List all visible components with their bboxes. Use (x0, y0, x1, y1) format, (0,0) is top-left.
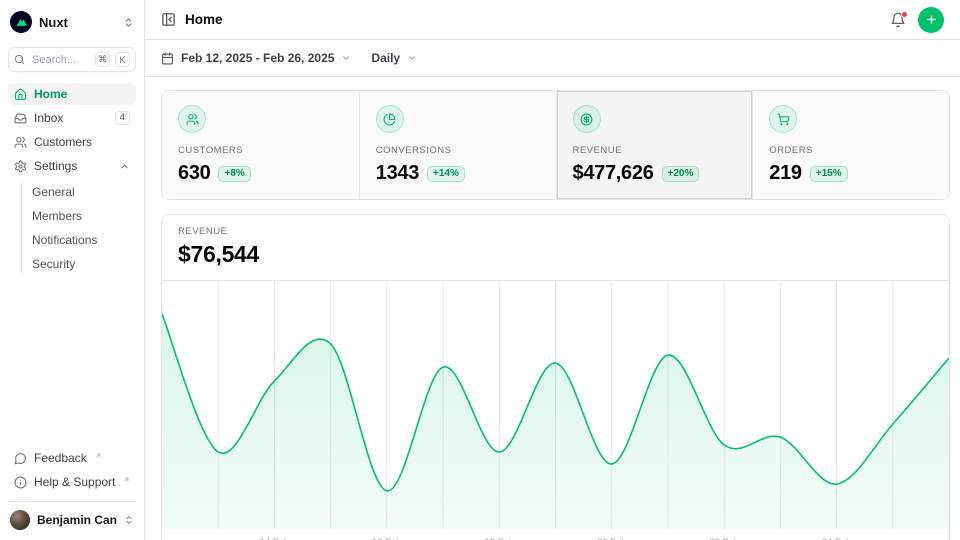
chevrons-up-down-icon (124, 515, 134, 525)
stats-row: CUSTOMERS 630 +8% CONVERSIONS 1343 +14% (161, 90, 950, 200)
sidebar-collapse-button[interactable] (161, 12, 176, 27)
sidebar-item-label: Inbox (34, 111, 63, 125)
delta-badge: +8% (218, 166, 250, 182)
chart-metric-label: REVENUE (178, 226, 933, 237)
sidebar-item-members[interactable]: Members (22, 205, 136, 227)
workspace-name: Nuxt (39, 15, 116, 30)
sidebar: Nuxt ⌘ K Home Inbox 4 (0, 0, 145, 540)
search-input[interactable] (30, 53, 90, 67)
gear-icon (14, 160, 27, 173)
sidebar-item-label: Settings (34, 159, 77, 173)
delta-badge: +14% (427, 166, 465, 182)
sidebar-item-inbox[interactable]: Inbox 4 (8, 107, 136, 129)
external-link-icon (95, 452, 102, 459)
main-area: Home Feb 12, 2025 - Feb 26, 2025 (145, 0, 960, 540)
date-range-picker[interactable]: Feb 12, 2025 - Feb 26, 2025 (161, 51, 351, 65)
inbox-count-badge: 4 (115, 111, 130, 125)
stat-card-orders[interactable]: ORDERS 219 +15% (752, 91, 949, 199)
sidebar-item-security[interactable]: Security (22, 253, 136, 275)
sidebar-item-customers[interactable]: Customers (8, 131, 136, 153)
sidebar-item-general[interactable]: General (22, 181, 136, 203)
topbar-actions (890, 7, 944, 33)
message-circle-icon (14, 452, 27, 465)
avatar (10, 510, 30, 530)
sidebar-item-label: Notifications (32, 233, 97, 247)
granularity-label: Daily (371, 51, 400, 65)
sidebar-item-home[interactable]: Home (8, 83, 136, 105)
chevron-down-icon (407, 53, 417, 63)
workspace-switcher[interactable]: Nuxt (8, 8, 136, 36)
chart-header: REVENUE $76,544 (162, 215, 949, 281)
granularity-select[interactable]: Daily (371, 51, 417, 65)
revenue-chart-card: REVENUE $76,544 14 Feb16 Feb18 Feb20 Feb… (161, 214, 950, 540)
stat-value: 1343 (376, 162, 419, 185)
cart-icon (769, 105, 797, 133)
sidebar-item-label: Customers (34, 135, 92, 149)
revenue-area-chart[interactable] (162, 281, 949, 529)
sidebar-item-settings[interactable]: Settings (8, 155, 136, 177)
plus-icon (925, 13, 938, 26)
delta-badge: +15% (810, 166, 848, 182)
new-item-button[interactable] (918, 7, 944, 33)
stat-card-customers[interactable]: CUSTOMERS 630 +8% (162, 91, 359, 199)
stat-value: 219 (769, 162, 801, 185)
inbox-icon (14, 112, 27, 125)
dollar-circle-icon (573, 105, 601, 133)
kbd-cmd: ⌘ (95, 52, 110, 67)
sidebar-item-feedback[interactable]: Feedback (8, 447, 136, 469)
info-icon (14, 476, 27, 489)
delta-badge: +20% (662, 166, 700, 182)
stat-card-revenue[interactable]: REVENUE $477,626 +20% (556, 91, 753, 199)
sidebar-item-label: Home (34, 87, 67, 101)
sidebar-item-help-support[interactable]: Help & Support (8, 471, 136, 493)
stat-label: REVENUE (573, 145, 737, 156)
stat-label: ORDERS (769, 145, 933, 156)
stat-label: CUSTOMERS (178, 145, 343, 156)
calendar-icon (161, 52, 174, 65)
notifications-button[interactable] (890, 12, 906, 28)
sidebar-item-label: Members (32, 209, 82, 223)
settings-submenu: General Members Notifications Security (21, 181, 136, 275)
search-icon (14, 54, 25, 65)
chart-metric-value: $76,544 (178, 241, 933, 268)
panel-left-close-icon (161, 12, 176, 27)
search-input-wrap[interactable]: ⌘ K (8, 47, 136, 72)
users-icon (14, 136, 27, 149)
user-menu[interactable]: Benjamin Canac (8, 501, 136, 532)
kbd-k: K (115, 52, 130, 67)
sidebar-item-label: Help & Support (34, 475, 115, 489)
page-title: Home (185, 12, 223, 27)
dashboard-content: CUSTOMERS 630 +8% CONVERSIONS 1343 +14% (145, 77, 960, 540)
chevrons-up-down-icon (123, 17, 134, 28)
external-link-icon (123, 476, 130, 483)
home-icon (14, 88, 27, 101)
nuxt-logo-icon (10, 11, 32, 33)
sidebar-item-label: Feedback (34, 451, 87, 465)
filters-toolbar: Feb 12, 2025 - Feb 26, 2025 Daily (145, 40, 960, 77)
chevron-down-icon (341, 53, 351, 63)
chevron-up-icon (119, 161, 130, 172)
stat-label: CONVERSIONS (376, 145, 540, 156)
stat-card-conversions[interactable]: CONVERSIONS 1343 +14% (359, 91, 556, 199)
sidebar-item-label: General (32, 185, 75, 199)
sidebar-nav: Home Inbox 4 Customers Settings Genera (8, 83, 136, 277)
chart-plot-area[interactable]: 14 Feb16 Feb18 Feb20 Feb22 Feb24 Feb (162, 281, 949, 540)
sidebar-spacer (8, 277, 136, 447)
stat-value: $477,626 (573, 162, 654, 185)
sidebar-footer-nav: Feedback Help & Support (8, 447, 136, 493)
users-icon (178, 105, 206, 133)
sidebar-item-label: Security (32, 257, 75, 271)
notification-dot (901, 11, 908, 18)
stat-value: 630 (178, 162, 210, 185)
sidebar-item-notifications[interactable]: Notifications (22, 229, 136, 251)
topbar: Home (145, 0, 960, 40)
date-range-label: Feb 12, 2025 - Feb 26, 2025 (181, 51, 334, 65)
user-name: Benjamin Canac (37, 513, 117, 527)
pie-chart-icon (376, 105, 404, 133)
